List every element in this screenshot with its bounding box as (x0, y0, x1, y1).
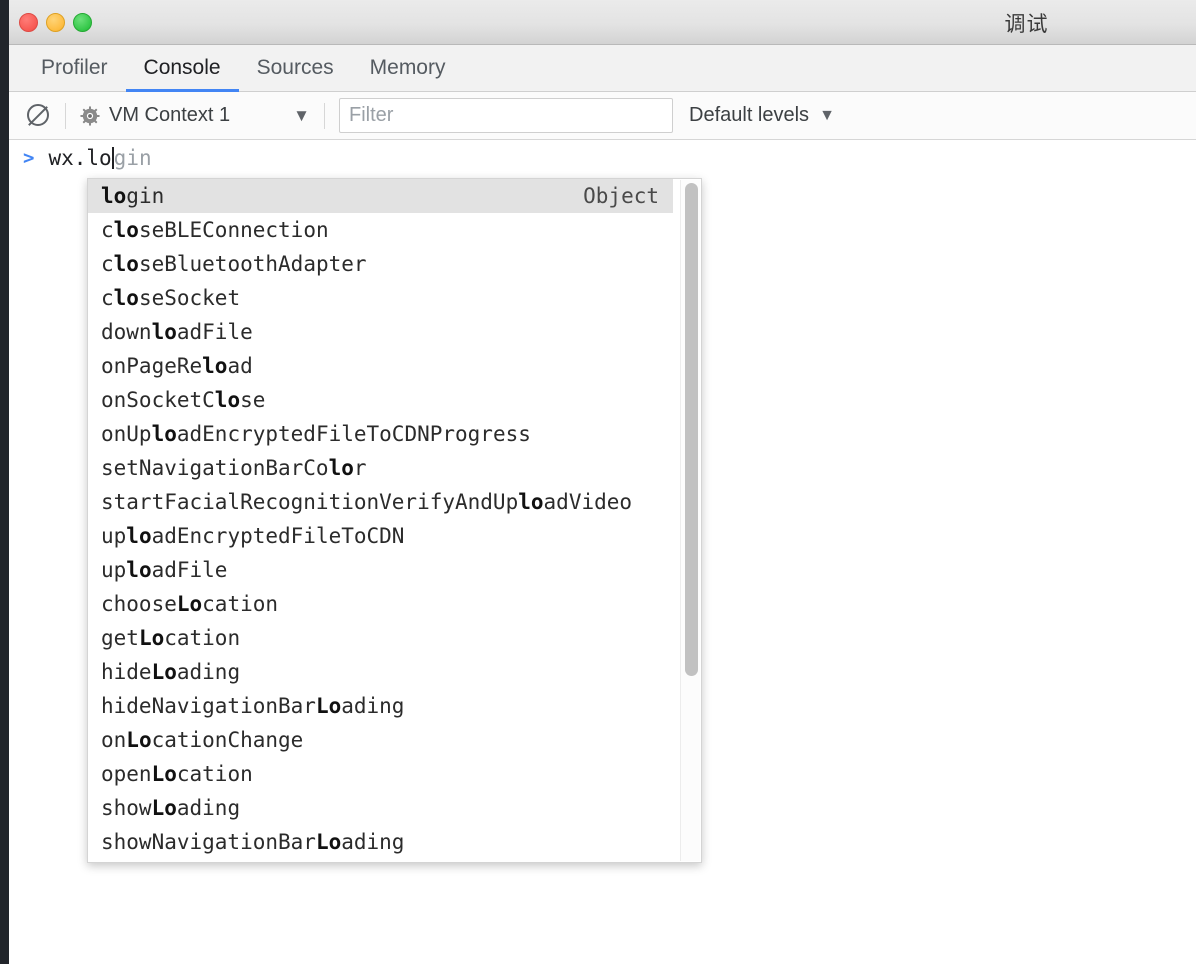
autocomplete-scrollbar-thumb[interactable] (685, 183, 698, 676)
autocomplete-item[interactable]: setNavigationBarColor (88, 451, 673, 485)
console-input[interactable]: wx.login (48, 146, 151, 170)
window-titlebar: 调试 (9, 0, 1196, 45)
autocomplete-item[interactable]: onPageReload (88, 349, 673, 383)
gear-icon (80, 106, 100, 126)
tab-bar: Profiler Console Sources Memory (9, 45, 1196, 92)
tab-console[interactable]: Console (126, 45, 239, 91)
tab-memory-label: Memory (370, 56, 446, 80)
autocomplete-item[interactable]: downloadFile (88, 315, 673, 349)
tab-memory[interactable]: Memory (352, 45, 464, 91)
autocomplete-item[interactable]: hideNavigationBarLoading (88, 689, 673, 723)
autocomplete-item[interactable]: loginObject (88, 179, 673, 213)
log-level-selector[interactable]: Default levels ▼ (689, 104, 835, 127)
execution-context-label: VM Context 1 (109, 104, 230, 127)
clear-console-icon[interactable] (27, 104, 51, 128)
autocomplete-item[interactable]: hideLoading (88, 655, 673, 689)
autocomplete-item[interactable]: uploadFile (88, 553, 673, 587)
autocomplete-item[interactable]: onUploadEncryptedFileToCDNProgress (88, 417, 673, 451)
chevron-down-icon-levels: ▼ (819, 108, 835, 124)
autocomplete-item[interactable]: onLocationChange (88, 723, 673, 757)
autocomplete-item-type: Object (583, 179, 659, 213)
autocomplete-scrollbar-track[interactable] (680, 180, 700, 861)
autocomplete-item[interactable]: showLoading (88, 791, 673, 825)
window-title-text: 调试 (1005, 12, 1049, 36)
autocomplete-item[interactable]: getLocation (88, 621, 673, 655)
execution-context-selector[interactable]: VM Context 1 ▼ (80, 104, 310, 127)
chevron-down-icon[interactable]: ▼ (293, 107, 310, 124)
autocomplete-item[interactable]: onSocketClose (88, 383, 673, 417)
log-level-label: Default levels (689, 104, 809, 127)
autocomplete-item[interactable]: uploadEncryptedFileToCDN (88, 519, 673, 553)
tab-profiler[interactable]: Profiler (23, 45, 126, 91)
autocomplete-item[interactable]: openLocation (88, 757, 673, 791)
autocomplete-item[interactable]: closeSocket (88, 281, 673, 315)
prompt-arrow-icon: > (23, 147, 34, 169)
filter-input[interactable] (339, 98, 673, 133)
toolbar-divider-2 (324, 103, 325, 129)
tab-sources[interactable]: Sources (239, 45, 352, 91)
console-input-typed: wx.lo (48, 146, 111, 170)
autocomplete-item[interactable]: closeBLEConnection (88, 213, 673, 247)
toolbar-divider-1 (65, 103, 66, 129)
autocomplete-item[interactable]: startFacialRecognitionVerifyAndUploadVid… (88, 485, 673, 519)
console-prompt-row[interactable]: > wx.login (9, 140, 1196, 176)
autocomplete-list[interactable]: loginObjectcloseBLEConnectioncloseBlueto… (88, 179, 673, 862)
tab-sources-label: Sources (257, 56, 334, 80)
autocomplete-item[interactable]: chooseLocation (88, 587, 673, 621)
console-body: > wx.login loginObjectcloseBLEConnection… (9, 140, 1196, 962)
tab-profiler-label: Profiler (41, 56, 108, 80)
tab-console-label: Console (144, 56, 221, 80)
autocomplete-item[interactable]: showNavigationBarLoading (88, 825, 673, 859)
autocomplete-item[interactable]: closeBluetoothAdapter (88, 247, 673, 281)
console-input-ghost: gin (114, 146, 152, 170)
autocomplete-popup: loginObjectcloseBLEConnectioncloseBlueto… (87, 178, 702, 863)
window-title: 调试 (9, 8, 1196, 38)
debug-window: 调试 Profiler Console Sources Memory (9, 0, 1196, 964)
console-toolbar: VM Context 1 ▼ Default levels ▼ (9, 92, 1196, 140)
